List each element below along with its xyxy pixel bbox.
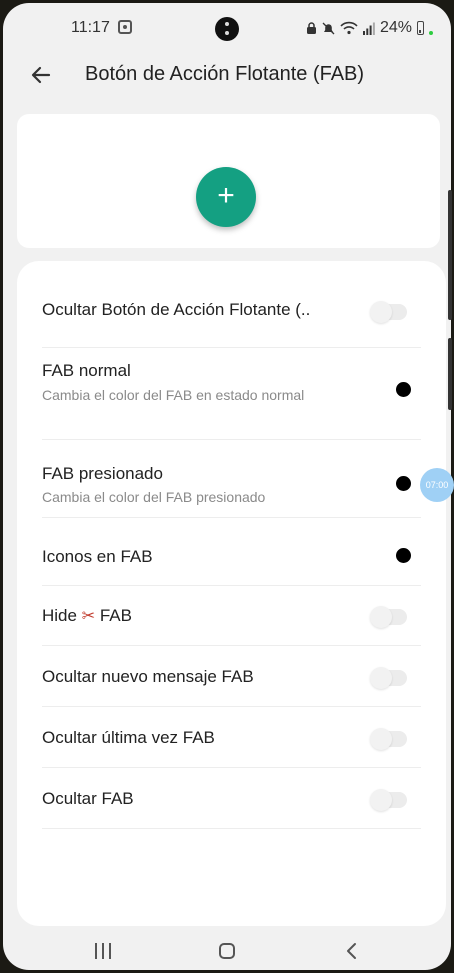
toggle-thumb <box>370 667 392 689</box>
front-camera <box>215 17 239 41</box>
battery-icon <box>417 21 424 35</box>
setting-title: FAB presionado <box>42 464 163 483</box>
status-icons: 24% <box>306 18 433 38</box>
setting-title-start: Hide <box>42 606 77 625</box>
status-time: 11:17 <box>71 19 110 36</box>
setting-hide-fab-button[interactable]: Ocultar Botón de Acción Flotante (.. <box>42 261 421 346</box>
setting-title: Ocultar Botón de Acción Flotante (.. <box>42 300 311 319</box>
scissors-icon: ✂ <box>81 608 96 625</box>
setting-hide-new-message-fab[interactable]: Ocultar nuevo mensaje FAB <box>42 646 421 706</box>
screen-record-icon <box>118 20 132 34</box>
system-nav-bar <box>3 931 451 970</box>
side-volume-button <box>448 190 452 320</box>
plus-icon: + <box>217 179 235 212</box>
home-button[interactable] <box>219 943 235 959</box>
alarm-muted-icon <box>322 22 335 34</box>
hide-fab-button-toggle[interactable] <box>370 301 407 323</box>
setting-title: FAB normal <box>42 361 131 380</box>
setting-hide-scissors-fab[interactable]: Hide ✂ FAB <box>42 586 421 645</box>
floating-clock-bubble[interactable]: 07:00 <box>420 468 454 502</box>
app-bar: Botón de Acción Flotante (FAB) <box>3 57 451 97</box>
back-arrow-icon[interactable] <box>29 63 53 87</box>
settings-card: Ocultar Botón de Acción Flotante (.. FAB… <box>17 261 446 926</box>
toggle-thumb <box>370 606 392 628</box>
setting-title: Ocultar última vez FAB <box>42 728 215 747</box>
divider <box>42 828 421 829</box>
signal-icon <box>362 22 375 35</box>
toggle-thumb <box>370 301 392 323</box>
hide-last-seen-fab-toggle[interactable] <box>370 728 407 750</box>
setting-subtitle: Cambia el color del FAB presionado <box>42 489 266 505</box>
setting-title: Iconos en FAB <box>42 547 153 566</box>
page-title: Botón de Acción Flotante (FAB) <box>85 63 365 85</box>
nav-back-button[interactable] <box>345 942 359 960</box>
privacy-indicator-dot <box>429 31 433 35</box>
phone-screen: 11:17 24% Botón de Acción Flotante (FAB)… <box>3 3 451 970</box>
toggle-thumb <box>370 728 392 750</box>
vpn-lock-icon <box>306 21 316 34</box>
recent-apps-button[interactable] <box>95 943 113 959</box>
toggle-thumb <box>370 789 392 811</box>
wifi-icon <box>340 21 358 35</box>
setting-title-end: FAB <box>99 606 132 625</box>
setting-title: Ocultar FAB <box>42 789 134 808</box>
fab-pressed-color-swatch[interactable] <box>396 476 411 491</box>
fab-normal-color-swatch[interactable] <box>396 382 411 397</box>
battery-percent: 24% <box>379 19 412 36</box>
floating-bubble-label: 07:00 <box>425 480 449 490</box>
setting-hide-last-seen-fab[interactable]: Ocultar última vez FAB <box>42 707 421 767</box>
setting-fab-pressed[interactable]: FAB presionado Cambia el color del FAB p… <box>42 440 421 516</box>
hide-new-message-fab-toggle[interactable] <box>370 667 407 689</box>
setting-title: Hide ✂ FAB <box>42 606 132 626</box>
setting-subtitle: Cambia el color del FAB en estado normal <box>42 387 305 403</box>
fab-preview-button[interactable]: + <box>196 167 256 227</box>
fab-icons-color-swatch[interactable] <box>396 548 411 563</box>
setting-fab-icons[interactable]: Iconos en FAB <box>42 518 421 585</box>
setting-fab-normal[interactable]: FAB normal Cambia el color del FAB en es… <box>42 348 421 438</box>
hide-scissors-fab-toggle[interactable] <box>370 606 407 628</box>
setting-hide-fab[interactable]: Ocultar FAB <box>42 768 421 828</box>
side-power-button <box>448 338 452 410</box>
status-bar: 11:17 24% <box>3 3 451 57</box>
hide-fab-toggle[interactable] <box>370 789 407 811</box>
setting-title: Ocultar nuevo mensaje FAB <box>42 667 254 686</box>
